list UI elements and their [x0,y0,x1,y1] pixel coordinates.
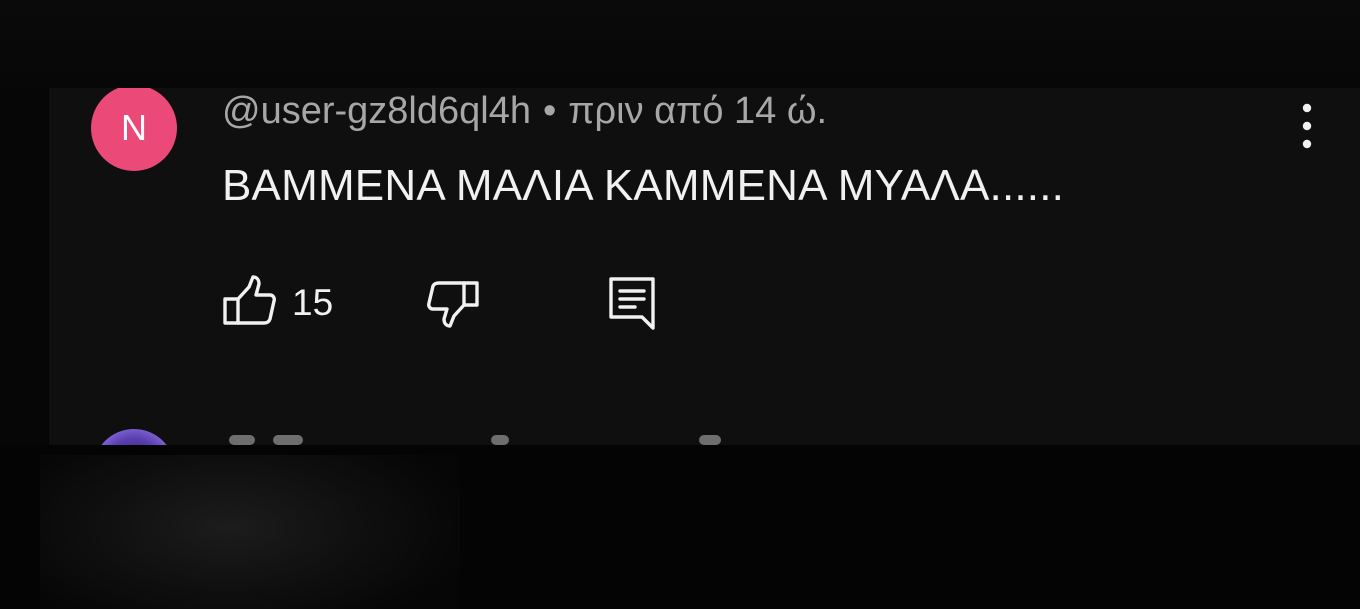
more-vertical-icon[interactable] [1292,102,1322,150]
screenshot-stage: N @user-gz8ld6ql4h • πριν από 14 ώ. ΒΑΜΜΕΝ… [0,0,1360,609]
bottom-glow [40,455,460,609]
comment-author[interactable]: @user-gz8ld6ql4h [222,90,531,132]
bottom-dark-band [0,445,1360,609]
next-comment-partial [49,423,1360,445]
dislike-button[interactable] [424,274,480,330]
comment-timestamp[interactable]: πριν από 14 ώ. [568,90,827,132]
like-button[interactable] [222,274,278,330]
next-commenter-avatar[interactable] [93,429,175,445]
commenter-avatar[interactable]: N [91,88,177,171]
comment-meta: @user-gz8ld6ql4h • πριν από 14 ώ. [222,90,827,133]
reply-comment-icon [609,277,655,330]
thumb-up-icon [223,275,276,325]
top-dark-band [0,0,1360,88]
avatar-letter: N [121,107,147,148]
next-comment-meta-cut [229,435,729,445]
comment-body: ΒΑΜΜΕΝΑ ΜΑΛΙΑ ΚΑΜΜΕΝΑ ΜΥΑΛΑ...... [222,161,1065,210]
comment-panel: N @user-gz8ld6ql4h • πριν από 14 ώ. ΒΑΜΜΕΝ… [49,88,1360,445]
meta-separator: • [542,90,557,132]
like-count: 15 [292,282,334,323]
reply-button[interactable] [604,274,660,330]
thumb-down-icon [427,281,479,328]
